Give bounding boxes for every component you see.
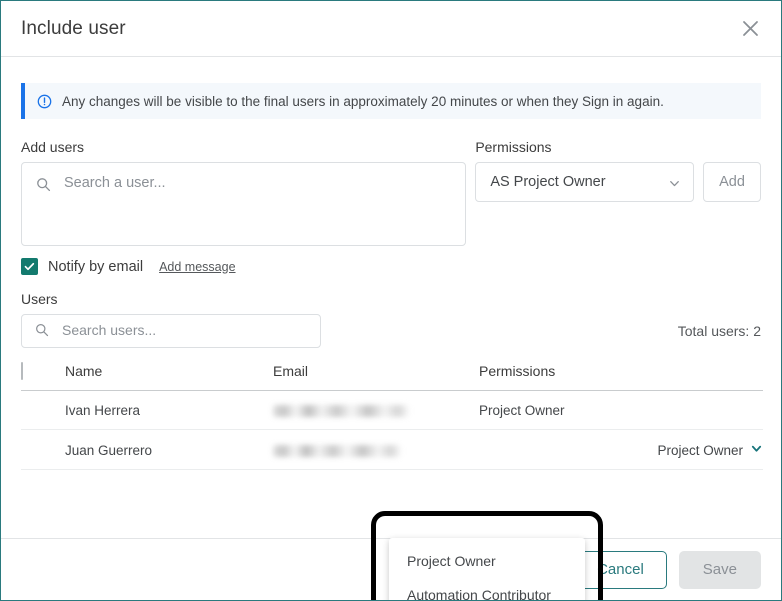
add-users-label: Add users bbox=[21, 139, 85, 155]
total-users-count: Total users: 2 bbox=[677, 323, 761, 339]
column-header-name: Name bbox=[65, 363, 273, 391]
redacted-email bbox=[273, 444, 401, 457]
search-icon bbox=[35, 323, 49, 342]
page-title: Include user bbox=[21, 17, 126, 39]
select-all-header bbox=[21, 362, 65, 391]
user-permission-dropdown-cell: Project Owner bbox=[479, 429, 763, 470]
notify-by-email-label: Notify by email bbox=[48, 258, 144, 275]
user-email bbox=[273, 429, 479, 470]
cancel-button[interactable]: Cancel bbox=[574, 550, 667, 589]
add-user-button[interactable]: Add bbox=[703, 162, 761, 202]
user-permission: Project Owner bbox=[479, 390, 763, 430]
user-email bbox=[273, 390, 479, 430]
users-search-row: Search users... Total users: 2 bbox=[21, 314, 761, 348]
chevron-down-icon bbox=[668, 177, 681, 195]
menu-item-project-owner[interactable]: Project Owner bbox=[389, 544, 585, 578]
search-icon bbox=[36, 177, 51, 197]
row-checkbox-cell bbox=[21, 390, 65, 430]
add-message-link[interactable]: Add message bbox=[159, 260, 235, 274]
permissions-select[interactable]: AS Project Owner bbox=[475, 162, 694, 202]
user-name: Juan Guerrero bbox=[65, 429, 273, 470]
permission-dropdown-value: Project Owner bbox=[657, 442, 743, 458]
users-search-input[interactable]: Search users... bbox=[21, 314, 321, 348]
notify-row: Notify by email Add message bbox=[21, 258, 761, 275]
info-banner-text: Any changes will be visible to the final… bbox=[62, 93, 664, 109]
user-name: Ivan Herrera bbox=[65, 390, 273, 430]
add-users-row: Add users Search a user... Permissions A… bbox=[21, 139, 761, 246]
users-table: Name Email Permissions Ivan Herrera Proj… bbox=[21, 362, 763, 470]
menu-item-automation-contributor[interactable]: Automation Contributor bbox=[389, 578, 585, 600]
table-header-row: Name Email Permissions bbox=[21, 362, 763, 391]
add-button-column: Add bbox=[703, 139, 761, 202]
close-icon[interactable] bbox=[735, 13, 765, 43]
info-banner: Any changes will be visible to the final… bbox=[21, 83, 761, 119]
column-header-email: Email bbox=[273, 363, 479, 391]
users-heading: Users bbox=[21, 291, 58, 307]
table-row: Ivan Herrera Project Owner bbox=[21, 390, 763, 430]
permissions-select-value: AS Project Owner bbox=[490, 174, 606, 190]
chevron-down-icon bbox=[750, 442, 763, 458]
info-circle-icon bbox=[37, 94, 52, 109]
dialog-header: Include user bbox=[1, 1, 781, 57]
save-button[interactable]: Save bbox=[678, 550, 761, 589]
permission-dropdown-menu[interactable]: Project Owner Automation Contributor bbox=[389, 538, 585, 600]
select-all-checkbox[interactable] bbox=[21, 362, 23, 380]
notify-by-email-checkbox[interactable] bbox=[21, 258, 38, 275]
search-user-input[interactable]: Search a user... bbox=[21, 162, 467, 246]
redacted-email bbox=[273, 405, 409, 418]
add-users-column: Add users Search a user... bbox=[21, 139, 467, 246]
dialog-body: Any changes will be visible to the final… bbox=[1, 83, 781, 600]
column-header-permissions: Permissions bbox=[479, 363, 763, 391]
permissions-label: Permissions bbox=[475, 139, 552, 155]
permission-dropdown-trigger[interactable]: Project Owner bbox=[657, 442, 763, 458]
search-user-placeholder: Search a user... bbox=[64, 175, 166, 191]
include-user-dialog: Include user Any changes will be visible… bbox=[0, 0, 782, 601]
users-search-placeholder: Search users... bbox=[62, 322, 157, 338]
row-checkbox-cell bbox=[21, 429, 65, 470]
permissions-column: Permissions AS Project Owner bbox=[475, 139, 694, 202]
table-row: Juan Guerrero Project Owner bbox=[21, 429, 763, 470]
